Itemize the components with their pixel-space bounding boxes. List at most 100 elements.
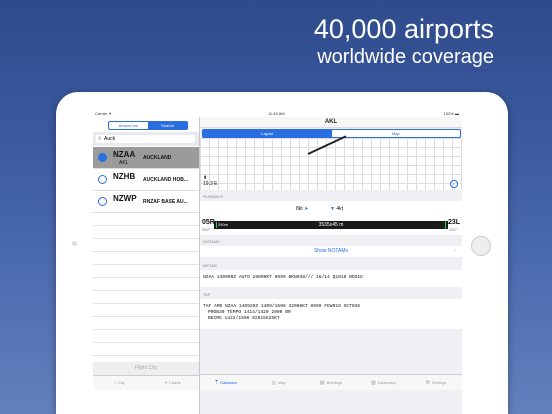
tab-map-label: Map [277, 380, 286, 385]
tab-briefings-label: Briefings [326, 380, 343, 385]
wind-arrow-icon: ➤ [304, 206, 309, 212]
runway-id-right: 23L [448, 219, 461, 226]
segment-layout[interactable]: Layout [203, 130, 332, 137]
metar-text: NZAA 140900Z AUTO 28009KT 9999 BKN038///… [203, 275, 363, 280]
empty-row [93, 239, 199, 252]
empty-row [93, 304, 199, 317]
runway-card: 8kt ➤ ▼ 4kt 05R 052° 3535x45 m 290m 23L … [200, 201, 462, 235]
airport-iata: AKL [119, 160, 129, 166]
metar-card: NZAA 140900Z AUTO 28009KT 9999 BKN038///… [200, 270, 462, 287]
taf-line: BECMG 1422/1500 02015G25KT [208, 316, 280, 321]
runway-hdg-left: 052° [202, 227, 211, 232]
tab-dictionary-label: Dictionary [377, 380, 396, 385]
status-bar: Carrier ✦ 11:45 AM 100% ▬ [93, 110, 462, 117]
tab-database-label: Database [220, 380, 238, 385]
empty-row [93, 330, 199, 343]
magvar-text: 19.3 E [203, 181, 218, 187]
tab-map[interactable]: ◎ Map [252, 375, 304, 390]
list-mode-segment: Around me Search [108, 121, 188, 130]
list-item[interactable]: NZWP RNZAF BASE AU... [93, 191, 199, 213]
compass-icon: ◎ [271, 380, 276, 386]
book-icon: ▥ [371, 380, 376, 386]
empty-row [93, 265, 199, 278]
runway-hdg-right: 232° [449, 227, 458, 232]
search-bar: ⚲ Auck [93, 132, 199, 146]
radio-icon[interactable] [98, 197, 107, 206]
airport-icao: NZWP [113, 194, 137, 203]
runway-bar: 3535x45 m 290m [214, 221, 448, 229]
runway-layout-diagram: ⬆ 19.3 E i [200, 135, 462, 190]
airport-name: AUCKLAND HOB... [143, 177, 188, 183]
tab-briefings[interactable]: ▤ Briefings [305, 375, 357, 390]
empty-row [93, 213, 199, 226]
wind-left-text: 8kt [296, 206, 303, 212]
show-notams-button[interactable]: Show NOTAMs [200, 246, 462, 257]
empty-row [93, 278, 199, 291]
main-tab-bar: ⍑ Database ◎ Map ▤ Briefings ▥ Dictionary ⚒ S… [200, 374, 462, 390]
wind-right: ▼ 4kt [330, 206, 343, 212]
runways-header: RUNWAYS [203, 194, 223, 199]
notams-header: NOTAMS [203, 239, 220, 244]
segment-map[interactable]: Map [332, 130, 461, 137]
app-screen: Carrier ✦ 11:45 AM 100% ▬ Around me Sear… [93, 110, 462, 414]
runway-id-left: 05R [202, 219, 215, 226]
runway-tdz: 290m [216, 222, 232, 228]
home-button[interactable] [471, 236, 491, 256]
detail-view-segment: Layout Map [202, 129, 461, 138]
tab-city-label: City [117, 380, 125, 385]
flight-clip-button[interactable]: Flight Clip [93, 362, 199, 375]
list-item[interactable]: NZAA AKL AUCKLAND [93, 147, 199, 169]
airport-icao: NZHB [113, 172, 136, 181]
tab-dictionary[interactable]: ▥ Dictionary [357, 375, 409, 390]
taf-line: PROB30 TEMPO 1414/1420 2000 BR [208, 310, 291, 315]
status-time: 11:45 AM [268, 111, 285, 116]
notams-card[interactable]: Show NOTAMs › [200, 246, 462, 257]
empty-row [93, 252, 199, 265]
airport-name: RNZAF BASE AU... [143, 199, 188, 205]
airport-detail-pane: AKL Layout Map ⬆ 19.3 E i RUNWAYS 8kt ➤ ▼… [200, 117, 462, 414]
headline-subtitle: worldwide coverage [317, 46, 494, 68]
search-icon: ⚲ [98, 136, 102, 142]
info-icon[interactable]: i [450, 180, 458, 188]
taf-header: TAF [203, 292, 211, 297]
tab-city[interactable]: ⌂ City [93, 376, 146, 390]
left-tab-bar: ⌂ City ✈ Charts [93, 375, 199, 390]
airport-icao: NZAA [113, 150, 136, 159]
radio-selected-icon[interactable] [98, 153, 107, 162]
empty-row [93, 343, 199, 356]
segment-search[interactable]: Search [148, 122, 187, 129]
airport-list-pane: Around me Search ⚲ Auck NZAA AKL AUCKLAN… [93, 117, 200, 414]
search-input[interactable]: ⚲ Auck [96, 135, 195, 143]
radio-icon[interactable] [98, 175, 107, 184]
segment-around-me[interactable]: Around me [109, 122, 148, 129]
runway-threshold [445, 221, 446, 229]
runway-line [307, 135, 347, 155]
page-title: AKL [200, 117, 462, 128]
list-item[interactable]: NZHB AUCKLAND HOB... [93, 169, 199, 191]
wind-arrow-down-icon: ▼ [330, 206, 335, 212]
magnetic-variation: ⬆ 19.3 E [203, 175, 218, 187]
runway-length: 3535x45 m [318, 222, 344, 228]
marketing-headline: 40,000 airports worldwide coverage [314, 14, 494, 70]
taf-card: TAF AMD NZAA 140929Z 1409/1506 32008KT 9… [200, 299, 462, 329]
headline-title: 40,000 airports [313, 14, 494, 44]
battery-text: 100% ▬ [443, 111, 459, 116]
tab-charts[interactable]: ✈ Charts [146, 376, 199, 390]
wind-right-text: 4kt [336, 206, 344, 212]
database-icon: ⍑ [215, 380, 219, 386]
airport-name: AUCKLAND [143, 155, 172, 161]
wind-left: 8kt ➤ [296, 206, 308, 212]
tab-database[interactable]: ⍑ Database [200, 375, 252, 390]
metar-header: METAR [203, 263, 217, 268]
briefings-icon: ▤ [319, 380, 325, 386]
empty-row [93, 226, 199, 239]
search-value: Auck [104, 136, 116, 142]
wrench-icon: ⚒ [425, 380, 430, 386]
tab-settings[interactable]: ⚒ Settings [410, 375, 462, 390]
chevron-right-icon: › [454, 248, 456, 254]
empty-row [93, 291, 199, 304]
empty-row [93, 317, 199, 330]
carrier-text: Carrier ✦ [95, 111, 112, 116]
camera-icon [72, 241, 77, 246]
taf-line: TAF AMD NZAA 140929Z 1409/1506 32008KT 9… [203, 304, 361, 309]
